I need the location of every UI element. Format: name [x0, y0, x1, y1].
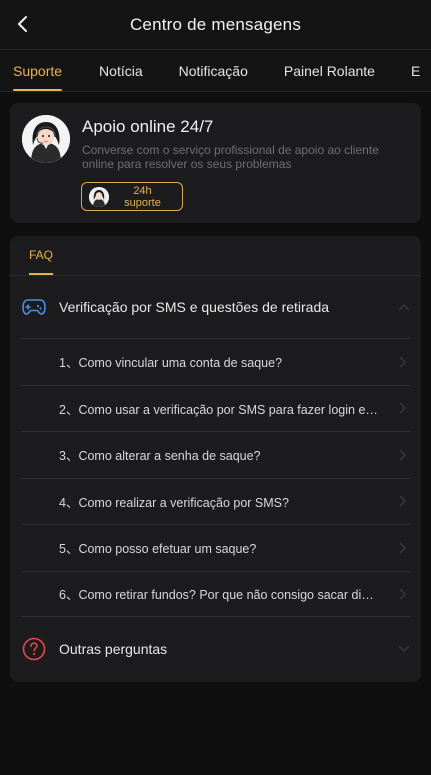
list-item[interactable]: 6、Como retirar fundos? Por que não consi… [21, 570, 410, 617]
section-label: Verificação por SMS e questões de retira… [59, 299, 330, 315]
tab-bar: Suporte Notícia Notificação Painel Rolan… [0, 50, 431, 92]
list-item[interactable]: 4、Como realizar a verificação por SMS? [21, 477, 410, 525]
page-title: Centro de mensagens [129, 14, 302, 34]
support-description: Converse com o serviço profissional de a… [82, 143, 379, 171]
tab-painel-rolante[interactable]: Painel Rolante [266, 50, 393, 91]
chevron-right-icon [396, 402, 408, 414]
list-item[interactable]: 5、Como posso efetuar um saque? [21, 524, 410, 571]
section-other-questions[interactable]: Outras perguntas [10, 617, 421, 681]
support-24h-button[interactable]: 24h suporte [81, 182, 183, 211]
question-text: 5、Como posso efetuar um saque? [59, 542, 257, 557]
list-item[interactable]: 1、Como vincular uma conta de saque? [21, 338, 410, 385]
question-text: 3、Como alterar a senha de saque? [59, 449, 261, 464]
question-text: 1、Como vincular uma conta de saque? [59, 356, 283, 371]
tab-notificacao[interactable]: Notificação [161, 50, 266, 91]
support-card: Apoio online 24/7 Converse com o serviço… [10, 103, 421, 223]
support-agent-avatar [22, 115, 70, 163]
tab-noticia[interactable]: Notícia [81, 50, 161, 91]
chevron-up-icon [397, 300, 411, 314]
support-button-avatar [89, 186, 109, 207]
faq-panel: FAQ Verificação por SMS e questões de re… [10, 236, 421, 682]
back-button[interactable] [8, 9, 38, 39]
tab-faq[interactable]: FAQ [29, 248, 54, 275]
chevron-right-icon [396, 356, 408, 368]
question-circle-icon [21, 636, 47, 662]
top-bar: Centro de mensagens [0, 0, 431, 50]
faq-tabbar: FAQ [10, 236, 421, 276]
chevron-right-icon [396, 495, 408, 507]
chevron-down-icon [397, 642, 411, 656]
tab-suporte[interactable]: Suporte [0, 50, 81, 91]
chevron-right-icon [396, 449, 408, 461]
support-button-line1: 24h [133, 184, 152, 197]
support-button-label: 24h suporte [109, 185, 182, 209]
question-text: 2、Como usar a verificação por SMS para f… [59, 402, 380, 417]
chevron-left-icon [18, 16, 27, 32]
gamepad-icon [21, 294, 47, 320]
question-list: 1、Como vincular uma conta de saque? 2、Co… [21, 338, 410, 617]
question-text: 6、Como retirar fundos? Por que não consi… [59, 588, 380, 603]
chevron-right-icon [396, 588, 408, 600]
list-item[interactable]: 3、Como alterar a senha de saque? [21, 431, 410, 478]
section-sms-withdrawal[interactable]: Verificação por SMS e questões de retira… [10, 276, 421, 338]
support-button-line2: suporte [124, 196, 161, 209]
question-text: 4、Como realizar a verificação por SMS? [59, 495, 289, 510]
support-title: Apoio online 24/7 [82, 117, 214, 136]
list-item[interactable]: 2、Como usar a verificação por SMS para f… [21, 384, 410, 432]
tab-overflow[interactable]: E [393, 50, 431, 91]
chevron-right-icon [396, 542, 408, 554]
section-label: Outras perguntas [59, 641, 168, 657]
